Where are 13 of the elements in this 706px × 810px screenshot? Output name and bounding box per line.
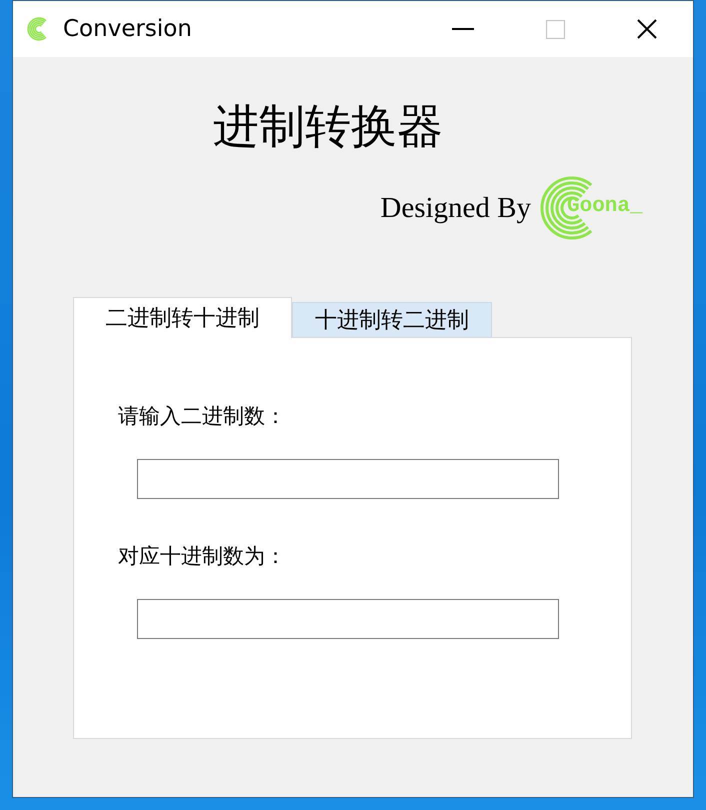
- input-field[interactable]: [137, 459, 559, 499]
- window-title: Conversion: [63, 16, 192, 42]
- designer-credit: Designed By: [380, 192, 531, 224]
- tab[interactable]: 二进制转十进制: [73, 297, 292, 338]
- tab[interactable]: 十进制转二进制: [292, 302, 492, 337]
- logo-text: Goona_: [567, 194, 643, 220]
- input-field[interactable]: [137, 599, 559, 639]
- maximize-icon: [546, 20, 564, 38]
- app-heading: 进制转换器: [213, 98, 443, 155]
- close-icon: [637, 19, 657, 39]
- field-label: 对应十进制数为：: [118, 543, 286, 570]
- minimize-icon: [452, 28, 474, 30]
- field-label: 请输入二进制数：: [118, 403, 286, 430]
